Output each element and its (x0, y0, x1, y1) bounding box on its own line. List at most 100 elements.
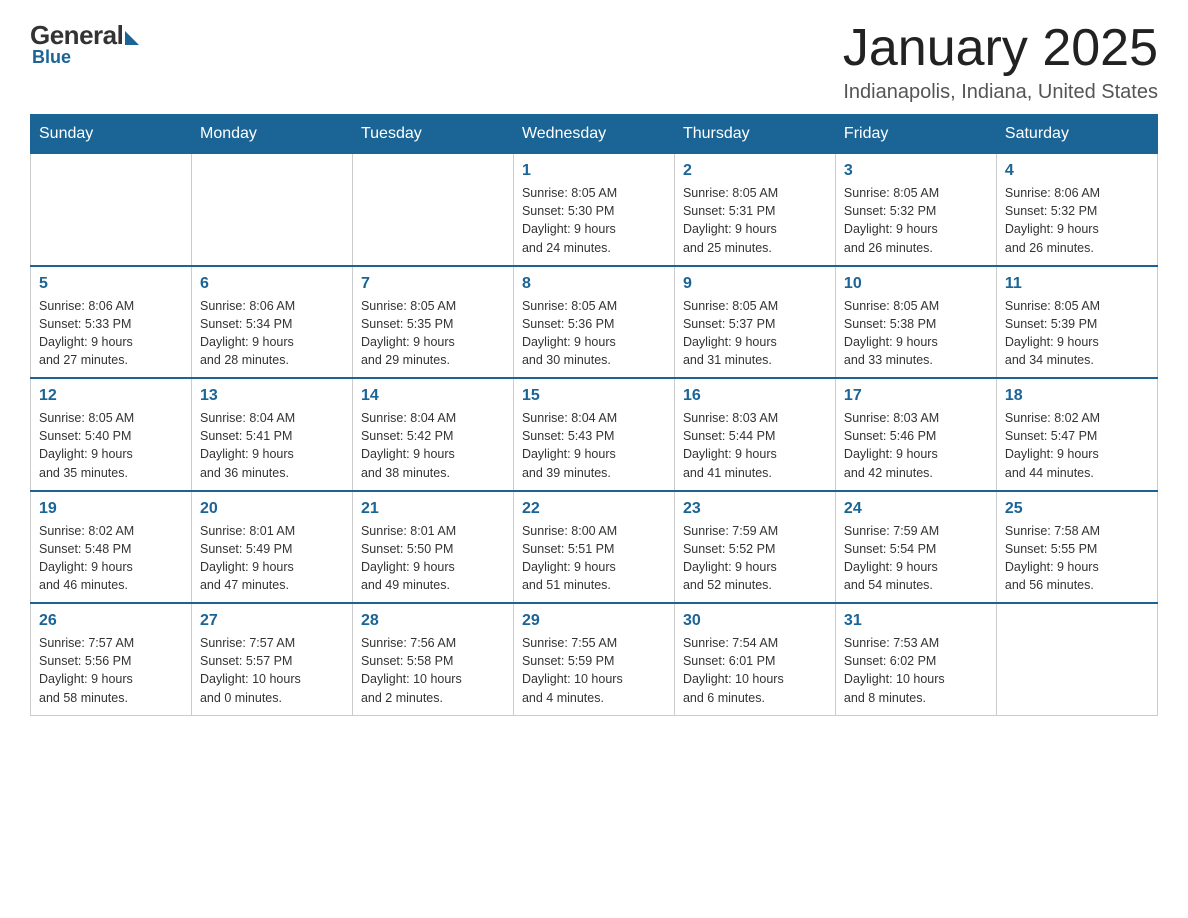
calendar-cell: 29 Sunrise: 7:55 AM Sunset: 5:59 PM Dayli… (513, 603, 674, 715)
calendar-header-monday: Monday (191, 115, 352, 154)
day-number: 18 (1005, 387, 1149, 405)
calendar-cell: 26Sunrise: 7:57 AM Sunset: 5:56 PM Dayli… (31, 603, 192, 715)
day-number: 21 (361, 500, 505, 518)
calendar-week-row: 5 Sunrise: 8:06 AM Sunset: 5:33 PM Daylig… (31, 266, 1158, 379)
calendar-header-sunday: Sunday (31, 115, 192, 154)
calendar-cell: 2Sunrise: 8:05 AM Sunset: 5:31 PM Daylig… (674, 154, 835, 266)
calendar-cell: 21 Sunrise: 8:01 AM Sunset: 5:50 PM Dayli… (352, 491, 513, 604)
day-info: Sunrise: 7:56 AM Sunset: 5:58 PM Dayligh… (361, 634, 505, 707)
day-number: 11 (1005, 275, 1149, 293)
calendar-cell (31, 154, 192, 266)
calendar-cell: 5 Sunrise: 8:06 AM Sunset: 5:33 PM Daylig… (31, 266, 192, 379)
day-number: 16 (683, 387, 827, 405)
calendar-cell (996, 603, 1157, 715)
day-number: 28 (361, 612, 505, 630)
day-number: 7 (361, 275, 505, 293)
day-info: Sunrise: 8:01 AM Sunset: 5:50 PM Dayligh… (361, 522, 505, 595)
day-info: Sunrise: 7:53 AM Sunset: 6:02 PM Dayligh… (844, 634, 988, 707)
day-info: Sunrise: 7:57 AM Sunset: 5:57 PM Dayligh… (200, 634, 344, 707)
header: General Blue January 2025 Indianapolis, … (30, 20, 1158, 104)
day-info: Sunrise: 8:04 AM Sunset: 5:42 PM Dayligh… (361, 409, 505, 482)
calendar-cell: 22Sunrise: 8:00 AM Sunset: 5:51 PM Dayli… (513, 491, 674, 604)
title-area: January 2025 Indianapolis, Indiana, Unit… (843, 20, 1158, 104)
logo-triangle-icon (125, 31, 139, 45)
calendar-cell: 9 Sunrise: 8:05 AM Sunset: 5:37 PM Daylig… (674, 266, 835, 379)
calendar-cell: 14 Sunrise: 8:04 AM Sunset: 5:42 PM Dayli… (352, 378, 513, 491)
day-info: Sunrise: 7:59 AM Sunset: 5:54 PM Dayligh… (844, 522, 988, 595)
day-info: Sunrise: 8:02 AM Sunset: 5:47 PM Dayligh… (1005, 409, 1149, 482)
calendar-week-row: 12Sunrise: 8:05 AM Sunset: 5:40 PM Dayli… (31, 378, 1158, 491)
calendar-cell: 7 Sunrise: 8:05 AM Sunset: 5:35 PM Daylig… (352, 266, 513, 379)
day-number: 3 (844, 162, 988, 180)
calendar-cell: 6 Sunrise: 8:06 AM Sunset: 5:34 PM Daylig… (191, 266, 352, 379)
day-number: 23 (683, 500, 827, 518)
calendar-week-row: 19 Sunrise: 8:02 AM Sunset: 5:48 PM Dayli… (31, 491, 1158, 604)
day-number: 1 (522, 162, 666, 180)
day-info: Sunrise: 8:03 AM Sunset: 5:46 PM Dayligh… (844, 409, 988, 482)
day-number: 30 (683, 612, 827, 630)
day-info: Sunrise: 8:05 AM Sunset: 5:36 PM Dayligh… (522, 297, 666, 370)
day-number: 14 (361, 387, 505, 405)
day-number: 13 (200, 387, 344, 405)
day-info: Sunrise: 8:06 AM Sunset: 5:34 PM Dayligh… (200, 297, 344, 370)
calendar-cell: 12Sunrise: 8:05 AM Sunset: 5:40 PM Dayli… (31, 378, 192, 491)
calendar-cell: 23 Sunrise: 7:59 AM Sunset: 5:52 PM Dayli… (674, 491, 835, 604)
calendar-cell: 19 Sunrise: 8:02 AM Sunset: 5:48 PM Dayli… (31, 491, 192, 604)
day-number: 31 (844, 612, 988, 630)
day-info: Sunrise: 8:05 AM Sunset: 5:39 PM Dayligh… (1005, 297, 1149, 370)
day-info: Sunrise: 8:04 AM Sunset: 5:43 PM Dayligh… (522, 409, 666, 482)
day-info: Sunrise: 8:00 AM Sunset: 5:51 PM Dayligh… (522, 522, 666, 595)
day-number: 24 (844, 500, 988, 518)
calendar-cell: 27 Sunrise: 7:57 AM Sunset: 5:57 PM Dayli… (191, 603, 352, 715)
calendar-week-row: 1 Sunrise: 8:05 AM Sunset: 5:30 PM Daylig… (31, 154, 1158, 266)
month-title: January 2025 (843, 20, 1158, 77)
calendar-cell: 11 Sunrise: 8:05 AM Sunset: 5:39 PM Dayli… (996, 266, 1157, 379)
calendar-header-saturday: Saturday (996, 115, 1157, 154)
calendar-header-wednesday: Wednesday (513, 115, 674, 154)
calendar-cell (352, 154, 513, 266)
day-number: 17 (844, 387, 988, 405)
calendar-cell: 3Sunrise: 8:05 AM Sunset: 5:32 PM Daylig… (835, 154, 996, 266)
day-info: Sunrise: 8:03 AM Sunset: 5:44 PM Dayligh… (683, 409, 827, 482)
day-info: Sunrise: 7:58 AM Sunset: 5:55 PM Dayligh… (1005, 522, 1149, 595)
day-info: Sunrise: 7:57 AM Sunset: 5:56 PM Dayligh… (39, 634, 183, 707)
calendar-header-friday: Friday (835, 115, 996, 154)
day-info: Sunrise: 7:59 AM Sunset: 5:52 PM Dayligh… (683, 522, 827, 595)
day-info: Sunrise: 8:02 AM Sunset: 5:48 PM Dayligh… (39, 522, 183, 595)
calendar-header-thursday: Thursday (674, 115, 835, 154)
location-text: Indianapolis, Indiana, United States (843, 81, 1158, 104)
day-number: 15 (522, 387, 666, 405)
calendar-cell: 24 Sunrise: 7:59 AM Sunset: 5:54 PM Dayli… (835, 491, 996, 604)
day-number: 8 (522, 275, 666, 293)
calendar-header-tuesday: Tuesday (352, 115, 513, 154)
day-info: Sunrise: 8:05 AM Sunset: 5:38 PM Dayligh… (844, 297, 988, 370)
logo: General Blue (30, 20, 139, 68)
calendar-cell: 1 Sunrise: 8:05 AM Sunset: 5:30 PM Daylig… (513, 154, 674, 266)
day-number: 19 (39, 500, 183, 518)
day-number: 29 (522, 612, 666, 630)
day-info: Sunrise: 8:05 AM Sunset: 5:37 PM Dayligh… (683, 297, 827, 370)
day-number: 6 (200, 275, 344, 293)
day-number: 10 (844, 275, 988, 293)
calendar-cell: 25 Sunrise: 7:58 AM Sunset: 5:55 PM Dayli… (996, 491, 1157, 604)
calendar-cell: 13 Sunrise: 8:04 AM Sunset: 5:41 PM Dayli… (191, 378, 352, 491)
day-info: Sunrise: 8:05 AM Sunset: 5:35 PM Dayligh… (361, 297, 505, 370)
day-info: Sunrise: 8:05 AM Sunset: 5:30 PM Dayligh… (522, 184, 666, 257)
calendar-cell: 17 Sunrise: 8:03 AM Sunset: 5:46 PM Dayli… (835, 378, 996, 491)
day-number: 9 (683, 275, 827, 293)
day-number: 25 (1005, 500, 1149, 518)
day-info: Sunrise: 8:04 AM Sunset: 5:41 PM Dayligh… (200, 409, 344, 482)
day-number: 5 (39, 275, 183, 293)
day-number: 27 (200, 612, 344, 630)
calendar-header-row: SundayMondayTuesdayWednesdayThursdayFrid… (31, 115, 1158, 154)
day-info: Sunrise: 7:55 AM Sunset: 5:59 PM Dayligh… (522, 634, 666, 707)
calendar-cell: 8 Sunrise: 8:05 AM Sunset: 5:36 PM Daylig… (513, 266, 674, 379)
calendar-cell: 18 Sunrise: 8:02 AM Sunset: 5:47 PM Dayli… (996, 378, 1157, 491)
day-number: 2 (683, 162, 827, 180)
calendar-cell: 30Sunrise: 7:54 AM Sunset: 6:01 PM Dayli… (674, 603, 835, 715)
day-info: Sunrise: 8:06 AM Sunset: 5:33 PM Dayligh… (39, 297, 183, 370)
day-number: 4 (1005, 162, 1149, 180)
day-number: 20 (200, 500, 344, 518)
calendar-table: SundayMondayTuesdayWednesdayThursdayFrid… (30, 114, 1158, 716)
calendar-cell: 28 Sunrise: 7:56 AM Sunset: 5:58 PM Dayli… (352, 603, 513, 715)
